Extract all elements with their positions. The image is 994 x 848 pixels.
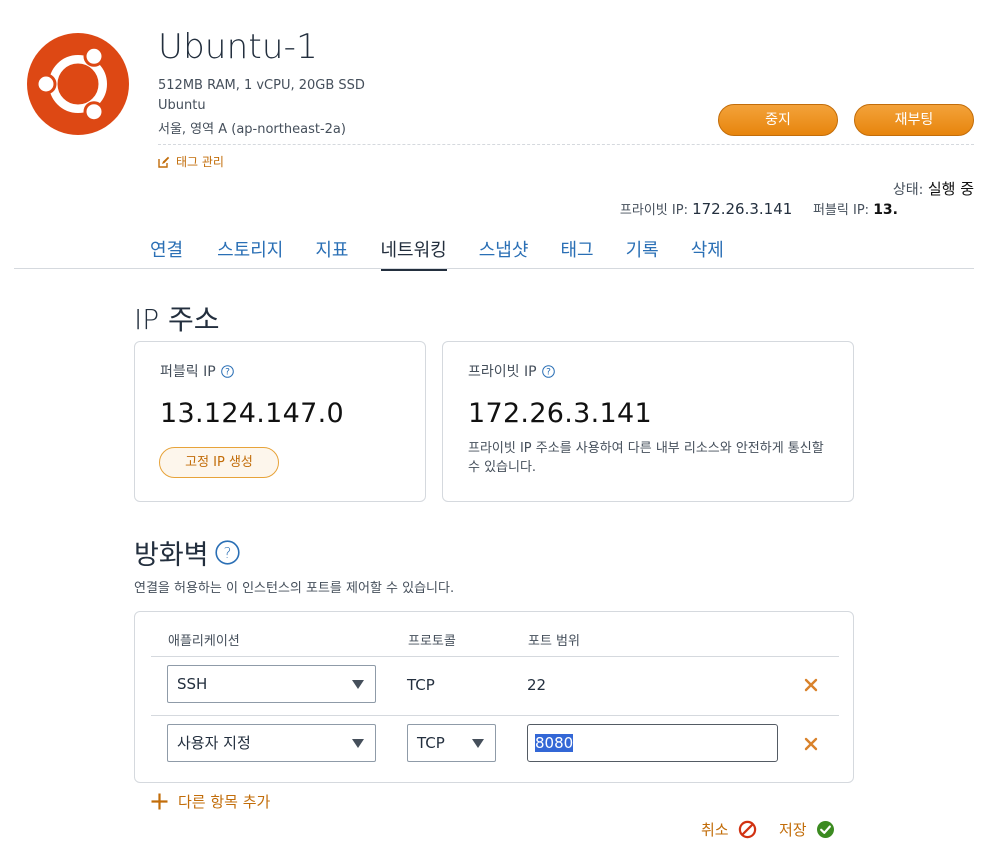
tab-networking[interactable]: 네트워킹 <box>380 236 448 271</box>
tabs-divider <box>14 268 974 269</box>
help-icon[interactable]: ? <box>541 364 555 378</box>
header-public-ip-label: 퍼블릭 IP: <box>812 203 870 218</box>
column-header-application: 애플리케이션 <box>168 634 240 649</box>
firewall-heading: 방화벽 <box>134 540 209 571</box>
column-header-port-range: 포트 범위 <box>528 634 580 649</box>
tab-history[interactable]: 기록 <box>626 236 659 262</box>
header-divider <box>158 144 974 145</box>
firewall-heading-row: 방화벽 ? <box>134 533 240 572</box>
application-select[interactable]: 사용자 지정 <box>167 724 376 762</box>
save-label: 저장 <box>779 821 807 839</box>
table-divider <box>151 656 839 657</box>
tab-tags[interactable]: 태그 <box>560 236 593 262</box>
instance-status: 상태: 실행 중 <box>893 178 974 199</box>
column-header-protocol: 프로토콜 <box>408 634 456 649</box>
svg-text:?: ? <box>225 367 230 377</box>
header-private-ip-value: 172.26.3.141 <box>692 200 793 218</box>
tab-bar: 연결 스토리지 지표 네트워킹 스냅샷 태그 기록 삭제 <box>150 236 724 271</box>
public-ip-label: 퍼블릭 IP <box>160 364 216 380</box>
status-value: 실행 중 <box>927 180 974 198</box>
protocol-select-value: TCP <box>417 734 445 752</box>
manage-tags-label: 태그 관리 <box>176 155 224 169</box>
add-rule-label: 다른 항목 추가 <box>178 793 271 811</box>
application-select-value: SSH <box>177 675 208 693</box>
check-icon <box>816 821 834 838</box>
application-select-value: 사용자 지정 <box>177 734 251 752</box>
status-label: 상태: <box>892 182 924 198</box>
add-rule-button[interactable]: 다른 항목 추가 <box>150 791 270 812</box>
ip-section-heading: IP 주소 <box>134 303 220 336</box>
save-button[interactable]: 저장 <box>779 819 835 840</box>
port-range-input-value: 8080 <box>535 734 574 752</box>
header-private-ip-label: 프라이빗 IP: <box>619 203 688 218</box>
chevron-down-icon <box>472 739 484 748</box>
help-icon[interactable]: ? <box>220 364 234 378</box>
edit-icon <box>158 156 170 168</box>
tab-connect[interactable]: 연결 <box>150 236 183 262</box>
application-select[interactable]: SSH <box>167 665 376 703</box>
tab-snapshots[interactable]: 스냅샷 <box>479 236 529 262</box>
firewall-rules-table: 애플리케이션 프로토콜 포트 범위 SSH TCP 22 사용자 지정 TCP … <box>134 611 854 783</box>
svg-text:?: ? <box>546 367 551 377</box>
chevron-down-icon <box>352 680 364 689</box>
close-icon[interactable] <box>804 737 818 751</box>
protocol-value: TCP <box>407 676 435 694</box>
instance-name: Ubuntu-1 <box>158 27 318 67</box>
protocol-select[interactable]: TCP <box>407 724 496 762</box>
port-range-input[interactable]: 8080 <box>527 724 778 762</box>
tab-delete[interactable]: 삭제 <box>691 236 724 262</box>
instance-region: 서울, 영역 A (ap-northeast-2a) <box>158 122 346 137</box>
tab-storage[interactable]: 스토리지 <box>217 236 283 262</box>
close-icon[interactable] <box>804 678 818 692</box>
svg-text:?: ? <box>223 544 231 562</box>
private-ip-label: 프라이빗 IP <box>468 364 537 380</box>
public-ip-value: 13.124.147.0 <box>160 398 344 429</box>
chevron-down-icon <box>352 739 364 748</box>
instance-specs: 512MB RAM, 1 vCPU, 20GB SSD <box>158 78 365 93</box>
cancel-icon <box>738 820 756 839</box>
private-ip-value: 172.26.3.141 <box>468 398 652 429</box>
private-ip-description: 프라이빗 IP 주소를 사용하여 다른 내부 리소스와 안전하게 통신할 수 있… <box>468 441 824 475</box>
ubuntu-logo-icon <box>27 33 129 135</box>
public-ip-header: 퍼블릭 IP ? <box>160 361 234 381</box>
plus-icon <box>151 793 168 810</box>
port-value: 22 <box>527 676 547 694</box>
reboot-button[interactable]: 재부팅 <box>854 104 974 136</box>
public-ip-card: 퍼블릭 IP ? 13.124.147.0 고정 IP 생성 <box>134 341 426 502</box>
instance-os: Ubuntu <box>158 98 206 113</box>
header-ip-summary: 프라이빗 IP: 172.26.3.141 퍼블릭 IP: 13. <box>620 199 898 218</box>
private-ip-card: 프라이빗 IP ? 172.26.3.141 프라이빗 IP 주소를 사용하여 … <box>442 341 854 502</box>
private-ip-header: 프라이빗 IP ? <box>468 361 555 381</box>
table-divider <box>151 715 839 716</box>
header-public-ip-value: 13. <box>873 202 898 218</box>
manage-tags-link[interactable]: 태그 관리 <box>158 153 224 170</box>
firewall-description: 연결을 허용하는 이 인스턴스의 포트를 제어할 수 있습니다. <box>134 581 455 596</box>
tab-metrics[interactable]: 지표 <box>315 236 348 262</box>
cancel-button[interactable]: 취소 <box>701 819 757 840</box>
cancel-label: 취소 <box>701 821 729 839</box>
help-icon[interactable]: ? <box>214 540 240 565</box>
stop-button[interactable]: 중지 <box>718 104 838 136</box>
create-static-ip-button[interactable]: 고정 IP 생성 <box>159 447 279 478</box>
